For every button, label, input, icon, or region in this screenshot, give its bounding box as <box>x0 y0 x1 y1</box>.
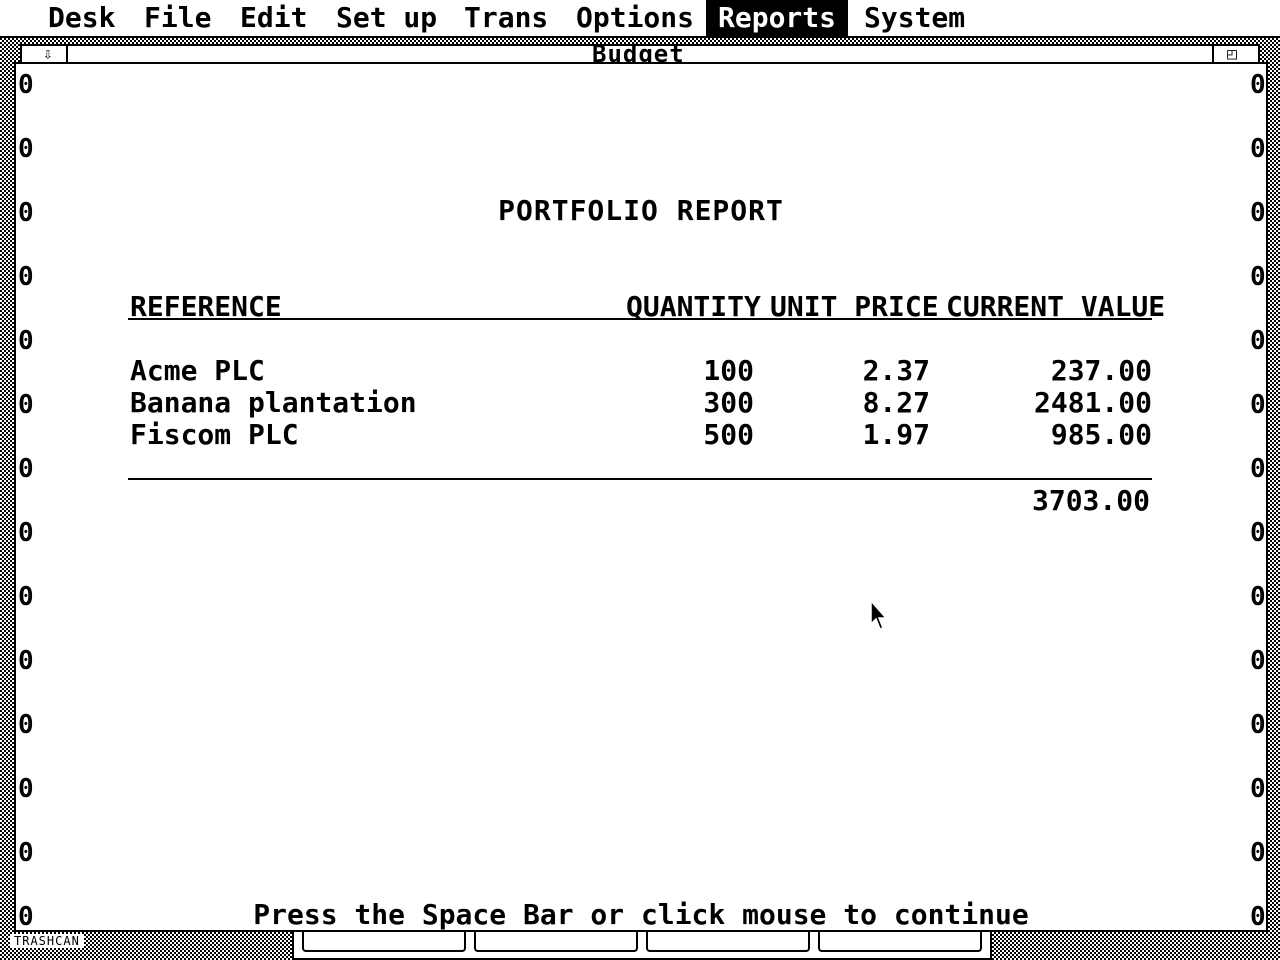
mouse-pointer-icon <box>870 600 888 630</box>
report-total: 3703.00 <box>1031 484 1150 517</box>
cell-reference: Banana plantation <box>130 386 417 419</box>
margin-marker: 0 <box>1250 326 1266 356</box>
menu-system[interactable]: System <box>852 0 977 36</box>
margin-marker: 0 <box>18 838 34 868</box>
margin-marker: 0 <box>18 390 34 420</box>
menu-set-up[interactable]: Set up <box>324 0 449 36</box>
margin-marker: 0 <box>1250 646 1266 676</box>
menu-desk[interactable]: Desk <box>36 0 127 36</box>
margin-marker: 0 <box>18 70 34 100</box>
menu-bar: Desk File Edit Set up Trans Options Repo… <box>0 0 1280 38</box>
cell-reference: Acme PLC <box>130 354 265 387</box>
margin-marker: 0 <box>1250 582 1266 612</box>
cell-current-value: 2481.00 <box>1033 386 1152 419</box>
menu-reports[interactable]: Reports <box>706 0 849 36</box>
background-button[interactable] <box>646 930 810 952</box>
menu-trans[interactable]: Trans <box>452 0 560 36</box>
cell-current-value: 237.00 <box>1050 354 1152 387</box>
margin-marker: 0 <box>1250 390 1266 420</box>
margin-marker: 0 <box>18 646 34 676</box>
portfolio-report-panel[interactable]: 0 0 0 0 0 0 0 0 0 0 0 0 0 0 0 0 0 0 0 0 … <box>14 62 1268 932</box>
table-row: Acme PLC 100 2.37 237.00 <box>128 354 1152 387</box>
header-divider <box>128 318 1152 320</box>
cell-quantity: 500 <box>703 418 754 451</box>
cell-unit-price: 1.97 <box>862 418 930 451</box>
margin-marker: 0 <box>1250 710 1266 740</box>
table-row: Banana plantation 300 8.27 2481.00 <box>128 386 1152 419</box>
margin-marker: 0 <box>1250 454 1266 484</box>
margin-marker: 0 <box>1250 518 1266 548</box>
cell-unit-price: 2.37 <box>862 354 930 387</box>
margin-marker: 0 <box>1250 134 1266 164</box>
background-button[interactable] <box>302 930 466 952</box>
background-button[interactable] <box>818 930 982 952</box>
margin-marker: 0 <box>18 518 34 548</box>
margin-marker: 0 <box>1250 774 1266 804</box>
menu-options[interactable]: Options <box>564 0 706 36</box>
table-row: Fiscom PLC 500 1.97 985.00 <box>128 418 1152 451</box>
margin-marker: 0 <box>18 262 34 292</box>
margin-marker: 0 <box>1250 70 1266 100</box>
margin-marker: 0 <box>18 582 34 612</box>
margin-marker: 0 <box>18 774 34 804</box>
background-button[interactable] <box>474 930 638 952</box>
margin-marker: 0 <box>1250 838 1266 868</box>
cell-unit-price: 8.27 <box>862 386 930 419</box>
report-title: PORTFOLIO REPORT <box>498 194 784 227</box>
cell-reference: Fiscom PLC <box>130 418 299 451</box>
margin-marker: 0 <box>18 710 34 740</box>
total-divider <box>128 478 1152 480</box>
continue-prompt: Press the Space Bar or click mouse to co… <box>253 898 1029 931</box>
cell-quantity: 300 <box>703 386 754 419</box>
margin-marker: 0 <box>1250 262 1266 292</box>
margin-marker: 0 <box>18 454 34 484</box>
cell-current-value: 985.00 <box>1050 418 1152 451</box>
cell-quantity: 100 <box>703 354 754 387</box>
menu-file[interactable]: File <box>132 0 223 36</box>
margin-marker: 0 <box>18 134 34 164</box>
menu-edit[interactable]: Edit <box>228 0 319 36</box>
margin-marker: 0 <box>18 326 34 356</box>
trashcan-label[interactable]: TRASHCAN <box>10 934 84 948</box>
